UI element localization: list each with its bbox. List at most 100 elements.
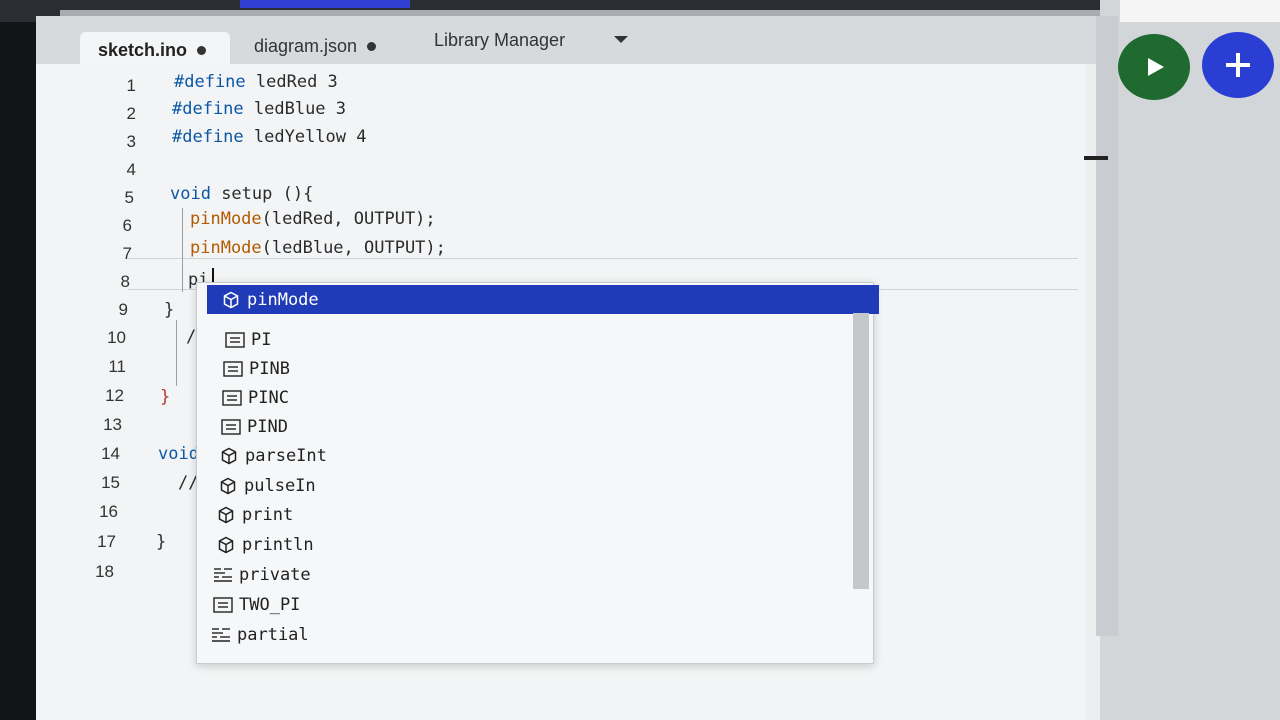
- indent-guide: [182, 208, 183, 292]
- tab-sketch-ino[interactable]: sketch.ino: [80, 32, 230, 68]
- line-number: 11: [108, 357, 126, 376]
- code-text: ledRed 3: [245, 72, 338, 92]
- autocomplete-item-label: TWO_PI: [239, 594, 301, 615]
- simulation-panel-header: [1120, 0, 1280, 22]
- autocomplete-item-label: PINB: [249, 358, 290, 379]
- code-line-5[interactable]: void setup (){: [170, 184, 313, 204]
- code-line-9[interactable]: }: [164, 300, 174, 320]
- autocomplete-item[interactable]: PINB: [209, 354, 865, 383]
- tab-label: sketch.ino: [98, 39, 188, 60]
- constant-icon: [223, 359, 243, 379]
- autocomplete-item[interactable]: PINC: [208, 383, 864, 412]
- line-number: 12: [105, 386, 124, 405]
- chevron-down-icon[interactable]: [614, 36, 628, 43]
- method-cube-icon: [221, 290, 241, 310]
- tab-label: Library Manager: [434, 29, 566, 50]
- line-number: 17: [97, 532, 116, 551]
- code-line-2[interactable]: #define ledBlue 3: [172, 99, 346, 119]
- autocomplete-item[interactable]: parseInt: [205, 441, 861, 470]
- code-text: ledYellow 4: [243, 127, 367, 147]
- add-part-button[interactable]: [1202, 32, 1274, 98]
- run-simulation-button[interactable]: [1118, 34, 1190, 100]
- code-text: (ledBlue, OUTPUT);: [261, 238, 446, 258]
- code-line-12[interactable]: }: [160, 387, 170, 407]
- keyword-token: #define: [174, 72, 246, 92]
- autocomplete-item-label: private: [239, 564, 311, 585]
- line-number: 14: [101, 444, 120, 463]
- line-number: 18: [95, 562, 114, 581]
- keyword-icon: [211, 625, 231, 645]
- autocomplete-item-label: println: [242, 534, 314, 555]
- line-number: 5: [124, 188, 134, 207]
- method-cube-icon: [216, 505, 236, 525]
- autocomplete-item[interactable]: println: [202, 530, 858, 559]
- code-line-14[interactable]: void: [158, 444, 199, 464]
- top-accent-bar: [240, 0, 410, 8]
- keyword-token: #define: [172, 127, 244, 147]
- autocomplete-item[interactable]: PIND: [207, 412, 863, 441]
- autocomplete-item-label: PIND: [247, 416, 288, 437]
- code-line-17[interactable]: }: [156, 532, 166, 552]
- line-number: 3: [126, 132, 136, 151]
- plus-icon: [1226, 53, 1250, 77]
- line-number: 1: [126, 76, 136, 95]
- panel-divider[interactable]: [1084, 156, 1108, 160]
- autocomplete-item-label: PI: [251, 329, 272, 350]
- code-text: (ledRed, OUTPUT);: [261, 209, 436, 229]
- constant-icon: [225, 330, 245, 350]
- keyword-token: void: [170, 184, 211, 204]
- keyword-token: #define: [172, 99, 244, 119]
- code-text: ledBlue 3: [243, 99, 347, 119]
- autocomplete-item[interactable]: PI: [211, 325, 867, 354]
- editor-scrollbar[interactable]: [1096, 16, 1118, 636]
- autocomplete-item-label: PINC: [248, 387, 289, 408]
- function-token: pinMode: [190, 238, 262, 258]
- autocomplete-item-label: pulseIn: [244, 475, 316, 496]
- line-number: 16: [99, 502, 118, 521]
- tab-label: diagram.json: [254, 35, 358, 56]
- autocomplete-item[interactable]: TWO_PI: [199, 590, 855, 619]
- autocomplete-item[interactable]: pinMode: [207, 285, 879, 314]
- constant-icon: [213, 595, 233, 615]
- line-number: 10: [107, 328, 126, 347]
- constant-icon: [222, 388, 242, 408]
- editor-tab-bar: sketch.ino diagram.json Library Manager: [36, 16, 1100, 68]
- line-number: 15: [101, 473, 120, 492]
- autocomplete-item[interactable]: private: [199, 560, 855, 589]
- unsaved-dot-icon: [367, 41, 377, 51]
- unsaved-dot-icon: [197, 45, 207, 55]
- line-number: 9: [118, 300, 128, 319]
- keyword-icon: [213, 565, 233, 585]
- function-token: pinMode: [190, 209, 262, 229]
- line-number: 2: [126, 104, 136, 123]
- autocomplete-item-label: parseInt: [245, 445, 327, 466]
- indent-guide: [176, 320, 177, 386]
- autocomplete-item-label: print: [242, 504, 294, 525]
- method-cube-icon: [219, 446, 239, 466]
- screen-bezel-left: [0, 0, 36, 720]
- line-number: 8: [120, 272, 130, 291]
- code-text: setup (){: [210, 184, 314, 204]
- autocomplete-item-label: partial: [237, 624, 309, 645]
- tab-library-manager[interactable]: Library Manager: [416, 22, 583, 58]
- tab-diagram-json[interactable]: diagram.json: [236, 28, 394, 64]
- autocomplete-item[interactable]: print: [202, 500, 858, 529]
- simulation-panel: [1100, 0, 1280, 720]
- line-number: 4: [126, 160, 136, 179]
- autocomplete-item[interactable]: pulseIn: [204, 471, 860, 500]
- play-icon: [1148, 58, 1164, 76]
- autocomplete-popup[interactable]: pinMode PI PINB PINC PIND parseInt pulseIn prin…: [196, 282, 879, 664]
- line-number: 6: [122, 216, 132, 235]
- method-cube-icon: [218, 476, 238, 496]
- line-number: 13: [103, 415, 122, 434]
- code-line-7[interactable]: pinMode(ledBlue, OUTPUT);: [190, 238, 446, 258]
- autocomplete-item-label: pinMode: [247, 289, 319, 310]
- line-number: 7: [122, 244, 132, 263]
- method-cube-icon: [216, 535, 236, 555]
- code-line-1[interactable]: #define ledRed 3: [174, 72, 338, 92]
- autocomplete-item[interactable]: partial: [197, 620, 853, 649]
- autocomplete-scrollbar[interactable]: [853, 313, 869, 589]
- code-line-3[interactable]: #define ledYellow 4: [172, 127, 366, 147]
- constant-icon: [221, 417, 241, 437]
- code-line-6[interactable]: pinMode(ledRed, OUTPUT);: [190, 209, 436, 229]
